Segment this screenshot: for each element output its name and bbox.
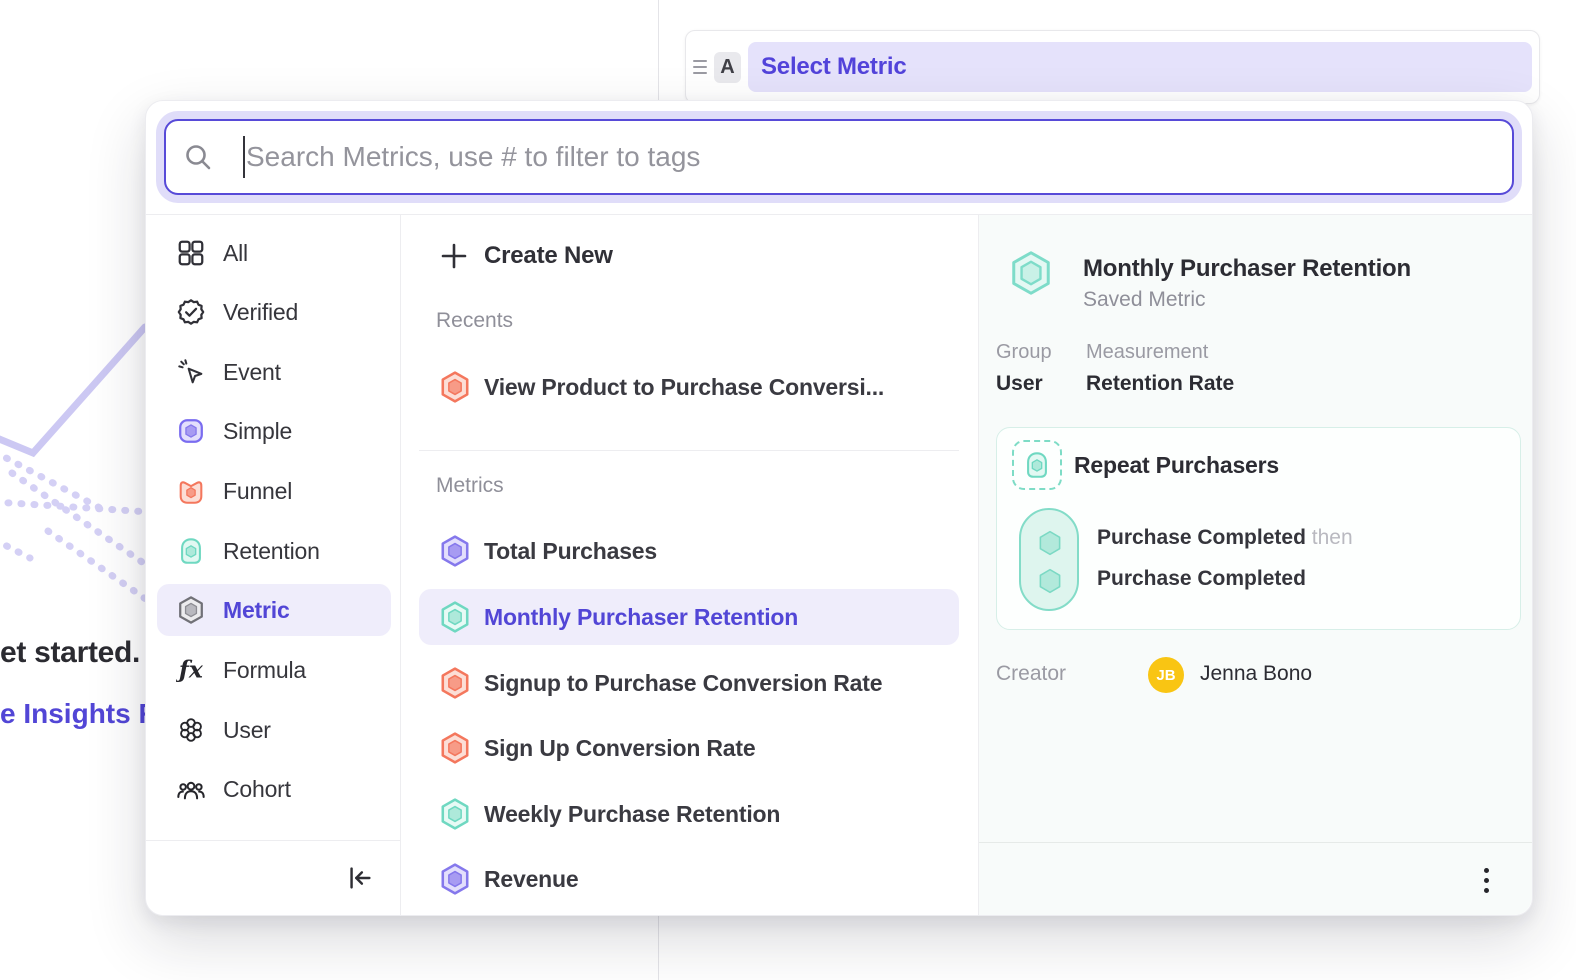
metric-item-label: View Product to Purchase Conversi... [484, 374, 884, 401]
sidebar-item-user[interactable]: User [157, 704, 391, 756]
measurement-label: Measurement [1086, 341, 1208, 364]
picker-columns: All Verified Event [146, 214, 1532, 915]
step-one-text: Purchase Completed then [1097, 526, 1353, 550]
svg-text:ƒx: ƒx [176, 656, 204, 684]
metric-item-label: Total Purchases [484, 538, 657, 565]
sidebar-item-funnel[interactable]: Funnel [157, 465, 391, 517]
more-options-icon[interactable] [1476, 863, 1496, 897]
metric-item-label: Sign Up Conversion Rate [484, 735, 755, 762]
search-focus-ring [156, 111, 1522, 203]
cohort-people-icon [176, 774, 206, 804]
group-label: Group [996, 341, 1052, 364]
sidebar-footer [146, 840, 400, 915]
create-new-label: Create New [484, 242, 613, 270]
event-steps-pill [1019, 508, 1079, 611]
creator-name: Jenna Bono [1200, 662, 1312, 686]
select-metric-label: Select Metric [761, 53, 906, 81]
metric-item-monthly-purchaser-retention[interactable]: Monthly Purchaser Retention [419, 589, 959, 645]
text-caret [243, 136, 245, 178]
metric-hexagon-icon [176, 595, 206, 625]
sidebar-item-label: Funnel [223, 478, 292, 505]
event-step-hexagon-icon [1036, 567, 1064, 595]
select-metric-field[interactable]: Select Metric [748, 42, 1532, 92]
sidebar-item-event[interactable]: Event [157, 346, 391, 398]
sidebar-item-metric[interactable]: Metric [157, 584, 391, 636]
step-two-text: Purchase Completed [1097, 567, 1306, 591]
search-box [164, 119, 1514, 195]
metric-picker-modal: All Verified Event [145, 100, 1533, 916]
metric-item-label: Revenue [484, 866, 578, 893]
sidebar-item-label: Metric [223, 597, 290, 624]
metric-item-sign-up-conversion[interactable]: Sign Up Conversion Rate [419, 720, 959, 776]
sidebar-item-label: User [223, 717, 271, 744]
simple-metric-icon [176, 416, 206, 446]
purple-metric-hexagon-icon [438, 862, 472, 896]
retention-definition-icon [1012, 440, 1062, 490]
metric-item-weekly-purchase-retention[interactable]: Weekly Purchase Retention [419, 786, 959, 842]
teal-metric-hexagon-icon [438, 600, 472, 634]
grid-icon [176, 238, 206, 268]
formula-fx-icon: ƒx [176, 655, 206, 685]
salmon-metric-hexagon-icon [438, 666, 472, 700]
background-heading-fragment: et started. [0, 636, 140, 670]
event-cursor-icon [176, 357, 206, 387]
plus-icon [441, 243, 467, 269]
metric-item-signup-to-purchase[interactable]: Signup to Purchase Conversion Rate [419, 655, 959, 711]
metric-item-label: Signup to Purchase Conversion Rate [484, 670, 882, 697]
details-subtitle: Saved Metric [1083, 288, 1206, 312]
metrics-section-label: Metrics [436, 471, 504, 501]
measurement-value: Retention Rate [1086, 372, 1234, 396]
sidebar-item-label: Cohort [223, 776, 291, 803]
sidebar-item-verified[interactable]: Verified [157, 286, 391, 338]
sidebar-item-label: Retention [223, 538, 320, 565]
metric-item-revenue[interactable]: Revenue [419, 851, 959, 907]
purple-metric-hexagon-icon [438, 534, 472, 568]
details-title: Monthly Purchaser Retention [1083, 255, 1411, 283]
create-new-button[interactable]: Create New [419, 228, 959, 284]
creator-avatar: JB [1148, 657, 1184, 693]
retention-icon [176, 536, 206, 566]
creator-label: Creator [996, 662, 1066, 686]
sidebar-item-label: All [223, 240, 248, 267]
teal-metric-hexagon-icon [438, 797, 472, 831]
then-connector: then [1312, 526, 1353, 549]
metric-details-panel: Monthly Purchaser Retention Saved Metric… [979, 215, 1532, 915]
sidebar-item-simple[interactable]: Simple [157, 405, 391, 457]
metric-list-column: Create New Recents View Product to Purch… [401, 215, 979, 915]
saved-metric-hexagon-icon [1007, 249, 1055, 297]
definition-card: Repeat Purchasers Purchase Completed the… [996, 427, 1521, 630]
app-root: { "colors":{ "accent":"#5246d6","accent_… [0, 0, 1576, 980]
query-block-badge: A [714, 52, 741, 83]
sidebar-item-cohort[interactable]: Cohort [157, 763, 391, 815]
metric-item-total-purchases[interactable]: Total Purchases [419, 523, 959, 579]
sidebar-item-all[interactable]: All [157, 227, 391, 279]
user-flower-icon [176, 715, 206, 745]
drag-handle-icon[interactable] [693, 60, 707, 74]
sidebar-item-retention[interactable]: Retention [157, 525, 391, 577]
collapse-sidebar-icon[interactable] [345, 863, 375, 893]
funnel-metric-hexagon-icon [438, 370, 472, 404]
sidebar-item-label: Simple [223, 418, 292, 445]
recent-metric-item[interactable]: View Product to Purchase Conversi... [419, 359, 959, 415]
section-divider [419, 450, 959, 451]
salmon-metric-hexagon-icon [438, 731, 472, 765]
event-step-hexagon-icon [1036, 529, 1064, 557]
search-input[interactable] [166, 121, 1512, 193]
metric-query-bar: A Select Metric [685, 30, 1540, 104]
search-icon [183, 142, 213, 172]
recents-section-label: Recents [436, 306, 513, 336]
metric-item-label: Weekly Purchase Retention [484, 801, 780, 828]
group-value: User [996, 372, 1043, 396]
sidebar-item-label: Verified [223, 299, 298, 326]
sidebar-item-formula[interactable]: ƒx Formula [157, 644, 391, 696]
verified-badge-icon [176, 297, 206, 327]
funnel-icon [176, 476, 206, 506]
sidebar-item-label: Formula [223, 657, 306, 684]
filter-sidebar: All Verified Event [146, 215, 401, 915]
details-footer [979, 842, 1532, 915]
metric-item-label: Monthly Purchaser Retention [484, 604, 798, 631]
definition-card-title: Repeat Purchasers [1074, 452, 1279, 479]
sidebar-item-label: Event [223, 359, 281, 386]
